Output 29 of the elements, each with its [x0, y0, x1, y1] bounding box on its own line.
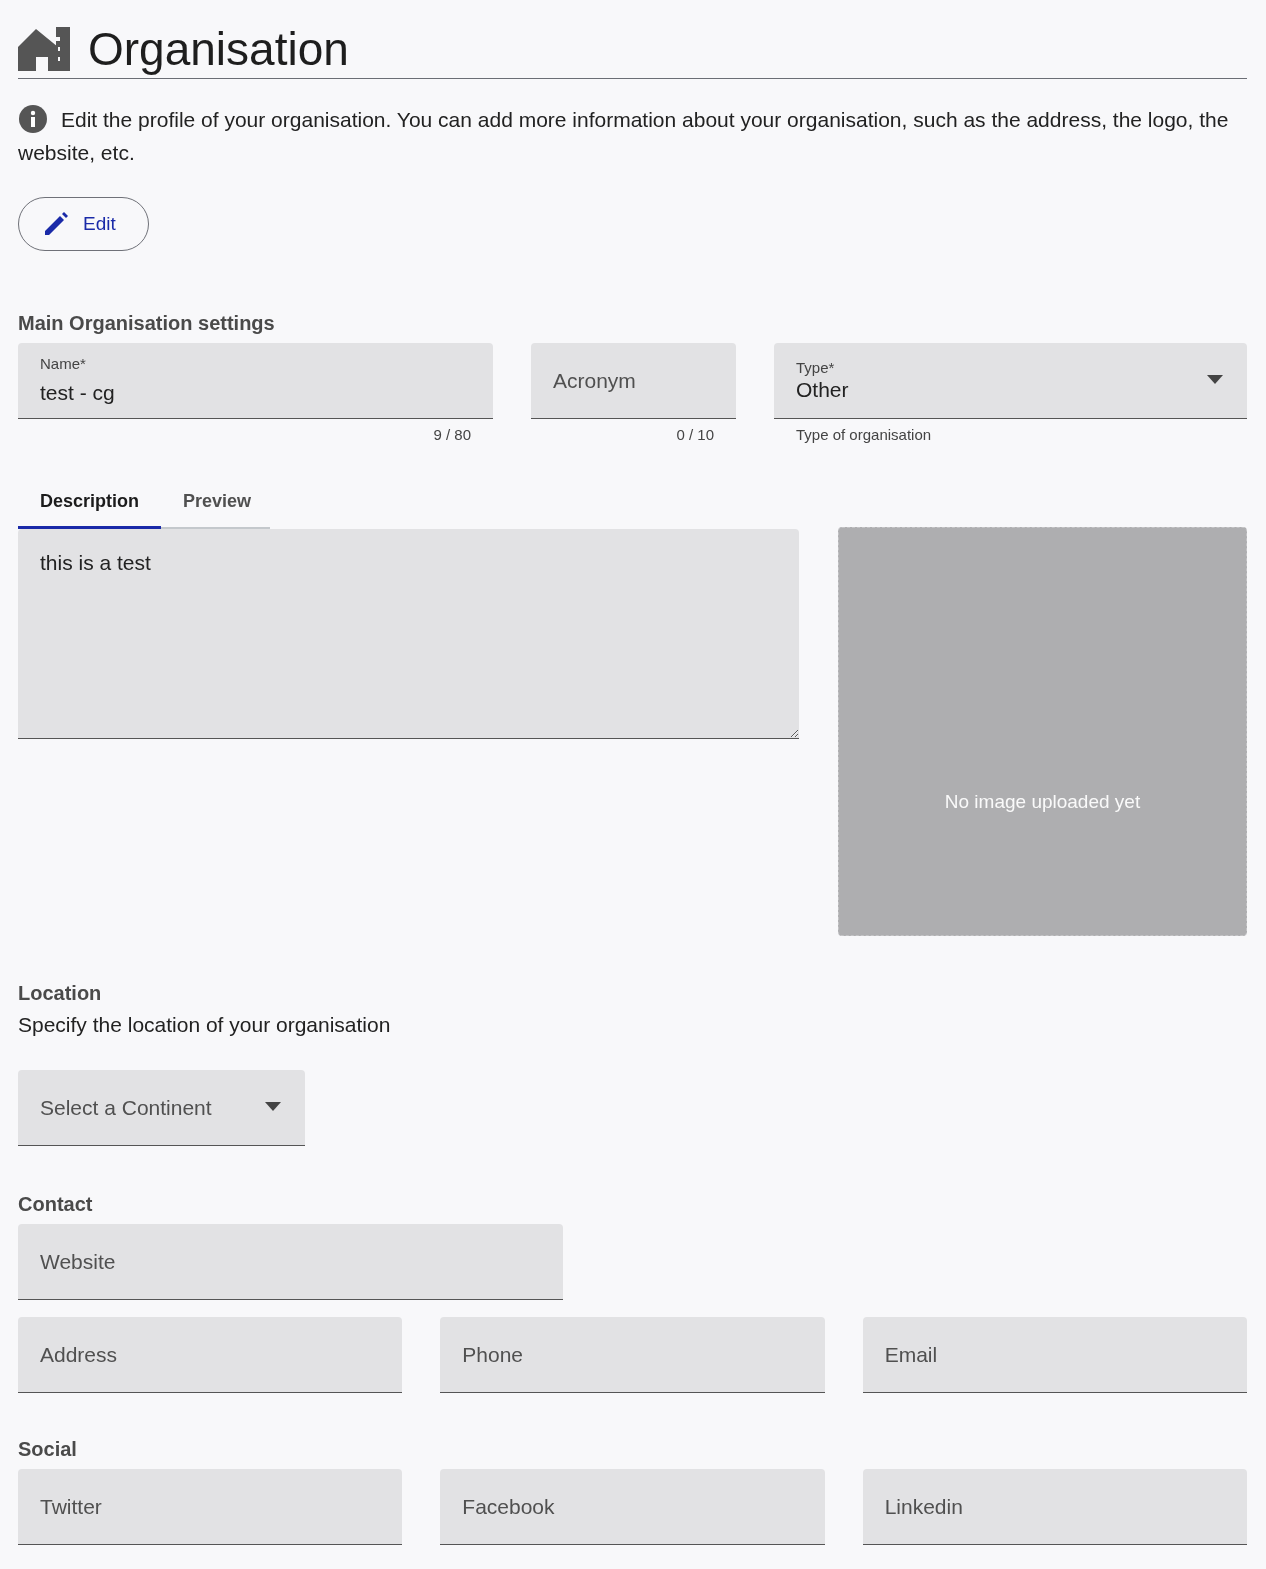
helper-text: Type of organisation: [796, 425, 932, 443]
section-description: Specify the location of your organisation: [18, 1013, 392, 1037]
acronym-field[interactable]: Acronym: [531, 343, 736, 419]
contact-field[interactable]: Phone: [440, 1317, 825, 1393]
character-counter: 9 / 80: [433, 425, 471, 443]
dropdown-caret-icon: [1207, 375, 1223, 384]
building-icon: [18, 27, 70, 71]
info-icon: [18, 104, 48, 134]
page-title: Organisation: [88, 22, 349, 77]
contact-field[interactable]: Address: [18, 1317, 403, 1393]
character-counter: 0 / 10: [676, 425, 714, 443]
social-field[interactable]: Twitter: [18, 1469, 403, 1545]
section-heading: Main Organisation settings: [18, 311, 276, 335]
dropdown-caret-icon: [265, 1102, 281, 1111]
social-field[interactable]: Facebook: [440, 1469, 825, 1545]
info-text: Edit the profile of your organisation. You can add more information about your organisation, such as the address, the logo, the website, etc.: [18, 103, 1247, 169]
tab[interactable]: Preview: [161, 477, 274, 529]
pencil-icon: [43, 211, 69, 237]
description-textarea[interactable]: this is a test: [18, 529, 799, 739]
image-message: No image uploaded yet: [944, 790, 1141, 813]
field-label: Name*: [40, 355, 86, 373]
section-heading: Contact: [18, 1192, 94, 1216]
social-field[interactable]: Linkedin: [862, 1469, 1247, 1545]
continent-select[interactable]: Select a Continent: [18, 1070, 305, 1146]
section-heading: Social: [18, 1437, 78, 1461]
section-heading: Location: [18, 981, 103, 1005]
contact-field[interactable]: Email: [862, 1317, 1247, 1393]
type-select[interactable]: Type* Other: [774, 343, 1247, 419]
website-field[interactable]: Website: [18, 1224, 563, 1300]
